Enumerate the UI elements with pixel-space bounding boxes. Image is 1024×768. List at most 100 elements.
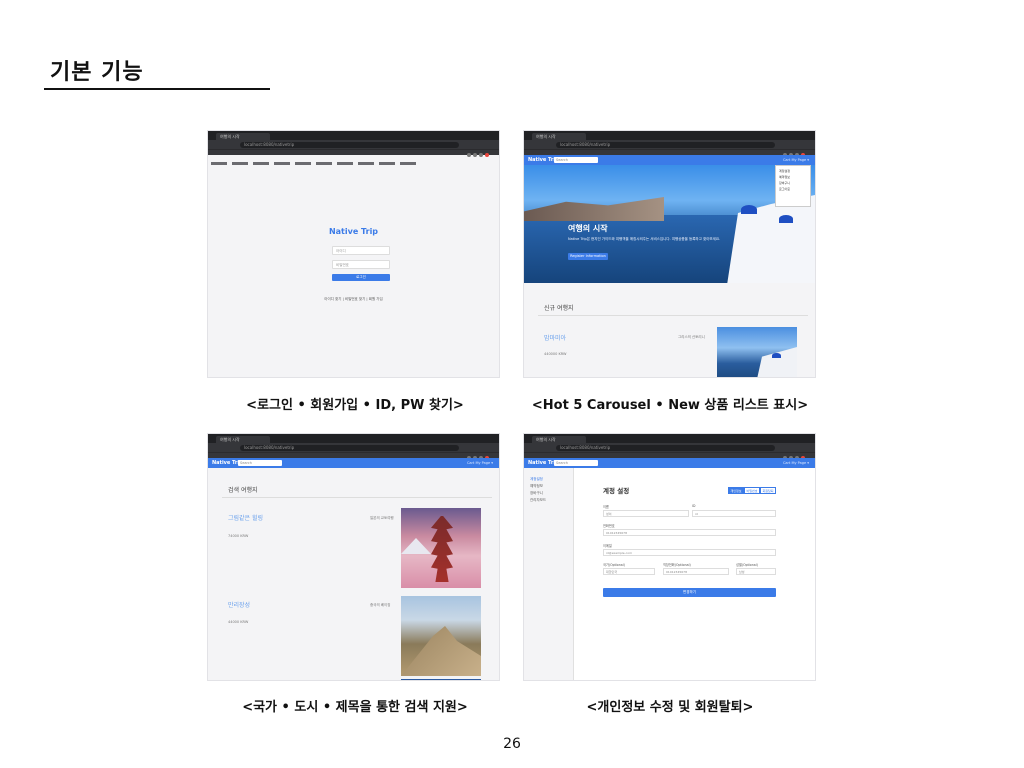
hero-dome <box>741 205 757 214</box>
app-navbar: Native Trip Search Cart My Page ▾ <box>208 458 499 468</box>
hero-button: Register Information <box>568 253 608 260</box>
nav-search: Search <box>238 460 282 466</box>
item-thumbnail <box>717 327 797 377</box>
caption-login: <로그인 • 회원가입 • ID, PW 찾기> <box>246 398 464 413</box>
title-underline <box>44 88 270 90</box>
nav-search: Search <box>554 157 598 163</box>
hero-title: 여행의 시작 <box>568 224 608 233</box>
browser-extension-icons <box>465 445 495 460</box>
item-price: 44000 KRW <box>228 620 249 624</box>
field-label: 이메일 <box>603 544 612 548</box>
field-label: 성별(Optional) <box>736 563 758 567</box>
country-select: 대한민국 <box>603 568 655 575</box>
gender-select: 남성 <box>736 568 776 575</box>
id-field: id <box>692 510 776 517</box>
page-number: 26 <box>503 736 521 752</box>
hero-dome <box>779 215 793 223</box>
field-label: 이름 <box>603 505 609 509</box>
sidebar-item: 계정설정 <box>530 477 543 481</box>
login-button: 로그인 <box>332 274 390 281</box>
browser-tab-bar: 여행의 시작 <box>208 131 499 140</box>
field-label: ID <box>692 504 696 508</box>
item-title: 그림같은 힐링 <box>228 515 264 522</box>
settings-title: 계정 설정 <box>603 487 630 495</box>
item-thumbnail <box>401 596 481 676</box>
divider <box>538 315 808 316</box>
browser-extension-icons <box>465 142 495 157</box>
url-field: localhost:8080/nativetrip <box>556 445 775 451</box>
nav-right-menu: Cart My Page ▾ <box>782 158 809 162</box>
login-screenshot: 여행의 시작 localhost:8080/nativetrip Native … <box>207 130 500 378</box>
browser-tab: 여행의 시작 <box>532 133 586 140</box>
browser-extension-icons <box>781 445 811 460</box>
browser-extension-icons <box>781 142 811 157</box>
search-screenshot: 여행의 시작 localhost:8080/nativetrip Native … <box>207 433 500 681</box>
contact-field: 01012345678 <box>663 568 729 575</box>
browser-tab-bar: 여행의 시작 <box>524 131 815 140</box>
item-price: 440000 KRW <box>544 352 567 356</box>
login-brand: Native Trip <box>328 227 379 236</box>
browser-tab: 여행의 시작 <box>216 436 270 443</box>
item-title: 만리장성 <box>228 602 251 609</box>
item-price: 74000 KRW <box>228 534 249 538</box>
section-title: 검색 여행지 <box>228 487 258 494</box>
login-pw-field: 비밀번호 <box>332 260 390 269</box>
caption-search: <국가 • 도시 • 제목을 통한 검색 지원> <box>242 700 468 715</box>
nav-search: Search <box>554 460 598 466</box>
thumb-wall <box>401 626 481 676</box>
sidebar-item: 예약정보 <box>530 484 543 488</box>
caption-carousel: <Hot 5 Carousel • New 상품 리스트 표시> <box>531 398 809 413</box>
name-field: 성이 <box>603 510 689 517</box>
slide-title: 기본 기능 <box>50 60 144 85</box>
hero-cliff <box>524 197 664 221</box>
browser-address-bar: localhost:8080/nativetrip <box>208 140 499 157</box>
sidebar-item: 장바구니 <box>530 491 543 495</box>
phone-field: 01012345678 <box>603 529 776 536</box>
thumb-houses <box>757 347 797 377</box>
item-thumbnail <box>401 508 481 588</box>
browser-tab: 여행의 시작 <box>532 436 586 443</box>
nav-right-menu: Cart My Page ▾ <box>782 461 809 465</box>
thumb-mountain <box>401 538 431 554</box>
nav-right-menu: Cart My Page ▾ <box>466 461 493 465</box>
app-navbar: Native Trip Search Cart My Page ▾ <box>524 155 815 165</box>
email-field: id@example.com <box>603 549 776 556</box>
browser-tab-bar: 여행의 시작 <box>524 434 815 443</box>
browser-address-bar: localhost:8080/nativetrip <box>524 443 815 460</box>
sidebar-item: 관리자모드 <box>530 498 547 502</box>
mypage-dropdown: 계정설정 예약정보 장바구니 로그아웃 <box>775 165 811 207</box>
submit-button: 변경하기 <box>603 588 776 597</box>
next-thumb-edge <box>401 679 481 680</box>
url-field: localhost:8080/nativetrip <box>556 142 775 148</box>
browser-tab: 여행의 시작 <box>216 133 270 140</box>
thumb-pagoda <box>431 516 453 582</box>
hero-text: Native Trip은 현지인 가이드와 여행객을 매칭시켜주는 서비스입니다… <box>568 237 721 241</box>
browser-address-bar: localhost:8080/nativetrip <box>524 140 815 157</box>
url-field: localhost:8080/nativetrip <box>240 445 459 451</box>
settings-screenshot: 여행의 시작 localhost:8080/nativetrip Native … <box>523 433 816 681</box>
item-region: 일본의 교토여행 <box>370 516 394 520</box>
segment-tab: 개인정보 <box>728 487 744 494</box>
segment-tab: 비밀번호 <box>744 487 760 494</box>
item-region: 중국의 베이징 <box>370 603 391 607</box>
slide: 기본 기능 여행의 시작 localhost:8080/nativetrip N… <box>0 0 1024 768</box>
bookmarks-bar <box>208 149 499 165</box>
settings-sidebar: 계정설정 예약정보 장바구니 관리자모드 <box>524 468 574 680</box>
browser-address-bar: localhost:8080/nativetrip <box>208 443 499 460</box>
field-label: 전화번호 <box>603 524 615 528</box>
url-field: localhost:8080/nativetrip <box>240 142 459 148</box>
dropdown-item: 로그아웃 <box>779 187 791 191</box>
login-id-field: 아이디 <box>332 246 390 255</box>
caption-settings: <개인정보 수정 및 회원탈퇴> <box>586 700 754 715</box>
divider <box>222 497 492 498</box>
thumb-dome <box>772 353 781 358</box>
browser-tab-bar: 여행의 시작 <box>208 434 499 443</box>
section-title: 신규 여행지 <box>544 305 574 312</box>
login-links: 아이디 찾기 | 비밀번호 찾기 | 회원 가입 <box>324 297 383 301</box>
carousel-screenshot: 여행의 시작 localhost:8080/nativetrip Native … <box>523 130 816 378</box>
item-title: 맘마미아 <box>544 335 567 342</box>
segment-tab: 회원탈퇴 <box>760 487 776 494</box>
field-label: 직장전화(Optional) <box>663 563 691 567</box>
field-label: 국가(Optional) <box>603 563 625 567</box>
app-navbar: Native Trip Search Cart My Page ▾ <box>524 458 815 468</box>
